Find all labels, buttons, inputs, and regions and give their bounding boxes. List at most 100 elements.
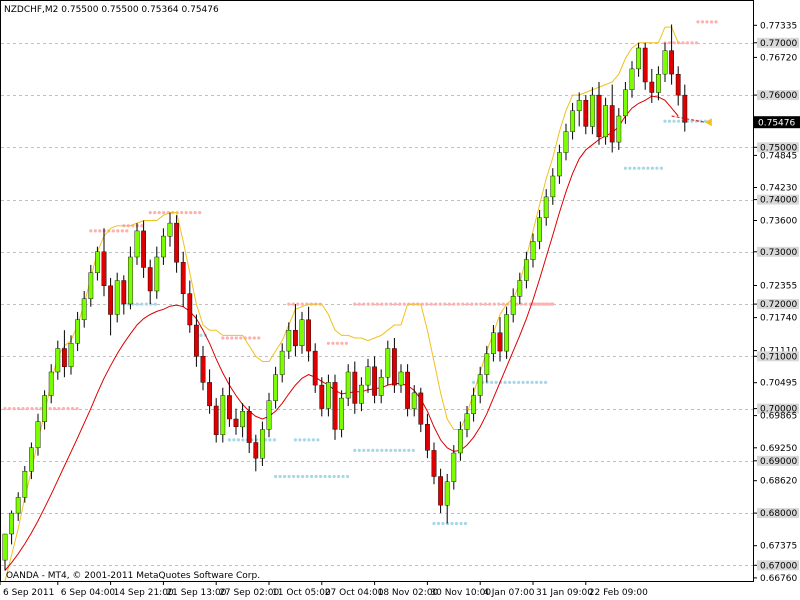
resistance-dot (296, 302, 300, 306)
y-tick-label: 0.66760 (760, 574, 797, 584)
resistance-dot (335, 341, 339, 345)
resistance-dot (221, 336, 225, 340)
resistance-dot (549, 302, 553, 306)
resistance-dot (515, 302, 519, 306)
bull-candle (524, 259, 529, 281)
support-dot (411, 448, 415, 452)
support-dot (307, 438, 311, 442)
bull-candle (279, 350, 285, 375)
support-dot (646, 166, 650, 170)
bull-candle (240, 411, 245, 428)
support-dot (375, 448, 379, 452)
support-dot (236, 438, 240, 442)
bull-candle (273, 374, 278, 401)
support-dot (632, 166, 637, 170)
resistance-dot (696, 20, 700, 24)
support-dot (432, 521, 436, 526)
bull-candle (557, 152, 562, 177)
resistance-dot (353, 302, 357, 306)
support-dot (144, 302, 148, 306)
resistance-dot (61, 407, 66, 411)
x-tick-label: 6 Sep 2011 (3, 588, 54, 598)
resistance-dot (39, 407, 43, 411)
support-dot (659, 166, 664, 170)
bear-candle (121, 280, 127, 305)
bull-candle (590, 94, 595, 127)
bull-candle (127, 256, 133, 305)
resistance-dot (672, 41, 676, 45)
bull-candle (345, 371, 351, 399)
y-tick-label: 0.67375 (760, 542, 797, 552)
resistance-dot (501, 302, 505, 306)
resistance-dot (57, 407, 61, 411)
support-dot (472, 380, 476, 384)
bull-candle (35, 421, 41, 448)
bull-candle (471, 395, 476, 414)
x-tick-label: 31 Jan 09:00 (536, 588, 593, 598)
x-tick-label: 21 Sep 13:00 (166, 588, 226, 598)
bull-candle (365, 366, 371, 386)
resistance-dot (25, 407, 30, 411)
bull-candle (114, 280, 120, 315)
bull-candle (167, 222, 173, 237)
support-dot (268, 438, 272, 442)
support-dot (298, 438, 302, 442)
resistance-dot (465, 302, 469, 306)
support-dot (637, 166, 641, 170)
resistance-dot (694, 41, 699, 45)
bull-candle (543, 196, 549, 218)
bull-candle (286, 330, 292, 352)
resistance-dot (497, 302, 501, 306)
bear-candle (306, 319, 311, 352)
resistance-dot (425, 302, 429, 306)
support-dot (436, 521, 441, 526)
support-dot (494, 380, 498, 384)
bull-candle (517, 280, 523, 297)
support-dot (323, 474, 327, 479)
resistance-dot (120, 229, 124, 233)
bear-candle (418, 392, 424, 425)
price-chart[interactable]: 0.773350.770000.767200.760000.750000.748… (0, 0, 800, 600)
support-dot (441, 521, 445, 526)
resistance-dot (184, 211, 188, 215)
bear-candle (425, 424, 430, 451)
resistance-dot (252, 336, 256, 340)
support-dot (272, 438, 276, 442)
support-dot (314, 474, 318, 479)
resistance-dot (362, 302, 366, 306)
support-dot (227, 438, 231, 442)
bear-candle (101, 251, 107, 287)
support-dot (503, 380, 507, 384)
resistance-dot (234, 336, 238, 340)
bear-candle (180, 262, 186, 294)
support-dot (353, 448, 357, 452)
resistance-dot (198, 211, 202, 215)
bull-candle (134, 230, 140, 258)
resistance-dot (681, 41, 685, 45)
resistance-dot (180, 211, 184, 215)
resistance-dot (544, 302, 549, 306)
support-dot (650, 166, 655, 170)
y-tick-label: 0.76000 (760, 91, 797, 101)
resistance-dot (3, 407, 7, 411)
resistance-dot (21, 407, 25, 411)
y-tick-label: 0.69865 (760, 412, 797, 422)
bull-candle (656, 73, 661, 93)
resistance-dot (70, 407, 75, 411)
support-dot (149, 302, 153, 306)
resistance-dot (225, 336, 229, 340)
x-tick-label: 4 Jan 07:00 (483, 588, 535, 598)
y-tick-label: 0.71740 (760, 314, 797, 324)
resistance-dot (193, 211, 197, 215)
bear-candle (233, 418, 239, 428)
resistance-dot (705, 20, 709, 24)
bull-candle (576, 100, 582, 112)
y-tick-label: 0.73600 (760, 217, 797, 227)
resistance-dot (709, 20, 714, 24)
bull-candle (563, 131, 569, 153)
y-tick-label: 0.74000 (760, 196, 797, 206)
bear-candle (293, 330, 298, 347)
resistance-dot (248, 336, 252, 340)
bull-candle (15, 497, 21, 514)
resistance-dot (384, 302, 388, 306)
